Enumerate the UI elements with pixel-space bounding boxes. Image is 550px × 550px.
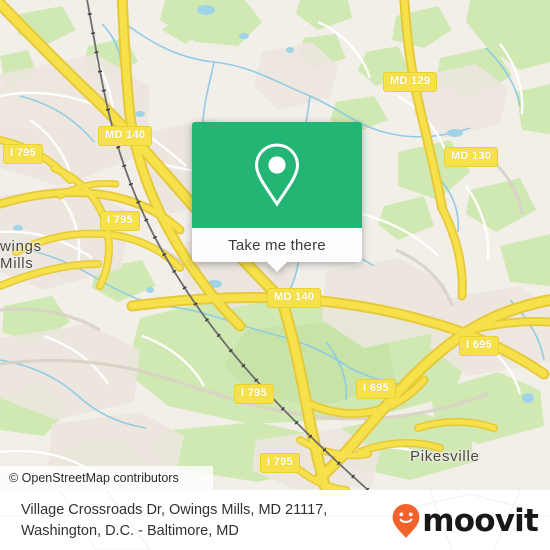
location-popup-card[interactable]: Take me there <box>192 122 362 272</box>
shield-md-140-b: MD 140 <box>267 288 322 308</box>
shield-i-795-c: I 795 <box>234 384 274 404</box>
map-attribution[interactable]: © OpenStreetMap contributors <box>0 466 213 490</box>
shield-i-795-d: I 795 <box>260 453 300 473</box>
location-pin-icon <box>254 143 300 207</box>
map-canvas[interactable]: MD 129 MD 140 MD 130 I 795 I 795 MD 140 … <box>0 0 550 490</box>
shield-i-695-a: I 695 <box>459 336 499 356</box>
place-label-owings-mills: wings Mills <box>0 238 42 272</box>
moovit-logo: moovit <box>391 502 539 539</box>
moovit-map-screenshot: MD 129 MD 140 MD 130 I 795 I 795 MD 140 … <box>0 0 550 550</box>
place-label-owings-mills-line2: Mills <box>0 255 34 272</box>
shield-i-795-a: I 795 <box>3 144 43 164</box>
address-text: Village Crossroads Dr, Owings Mills, MD … <box>21 500 401 542</box>
attribution-text: © OpenStreetMap contributors <box>9 471 179 485</box>
popup-pointer <box>266 261 288 272</box>
place-label-owings-mills-line1: wings <box>0 238 42 255</box>
footer-bar: Village Crossroads Dr, Owings Mills, MD … <box>0 490 550 550</box>
moovit-wordmark: moovit <box>422 502 539 539</box>
place-label-pikesville: Pikesville <box>410 448 480 465</box>
shield-md-140-a: MD 140 <box>98 126 153 146</box>
popup-image-panel <box>192 122 362 228</box>
moovit-smiley-pin-icon <box>392 504 420 538</box>
shield-i-795-b: I 795 <box>100 211 140 231</box>
shield-md-129: MD 129 <box>383 72 438 92</box>
address-line-1: Village Crossroads Dr, Owings Mills, MD … <box>21 502 328 518</box>
shield-i-695-b: I 695 <box>356 379 396 399</box>
take-me-there-label: Take me there <box>228 236 326 254</box>
shield-md-130: MD 130 <box>444 147 499 167</box>
take-me-there-button[interactable]: Take me there <box>192 228 362 272</box>
address-line-2: Washington, D.C. - Baltimore, MD <box>21 523 239 539</box>
